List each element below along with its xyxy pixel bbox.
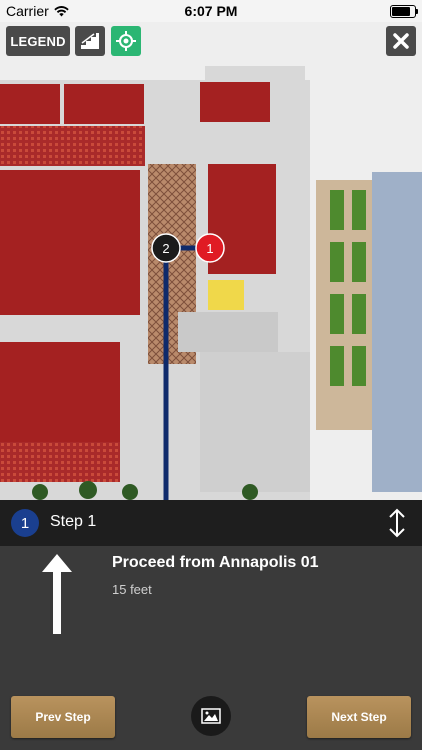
locate-button[interactable] <box>111 26 141 56</box>
battery-icon <box>390 5 418 18</box>
up-arrow-icon <box>42 554 72 634</box>
close-button[interactable] <box>386 26 416 56</box>
floor-map[interactable]: 2 1 <box>0 22 422 500</box>
prev-step-button[interactable]: Prev Step <box>11 696 115 738</box>
stairs-icon <box>81 33 99 49</box>
map-drawing: 2 1 <box>0 66 422 500</box>
route-marker-1-label: 1 <box>206 241 213 256</box>
expand-vertical-icon[interactable] <box>386 508 408 538</box>
route-marker-2-label: 2 <box>162 241 169 256</box>
status-bar: Carrier 6:07 PM <box>0 0 422 22</box>
image-icon <box>201 708 221 724</box>
photo-button[interactable] <box>191 696 231 736</box>
next-step-button[interactable]: Next Step <box>307 696 411 738</box>
close-icon <box>393 33 409 49</box>
instruction-panel: Proceed from Annapolis 01 15 feet Prev S… <box>0 546 422 750</box>
status-time: 6:07 PM <box>184 3 238 19</box>
instruction-distance: 15 feet <box>112 582 152 597</box>
stairs-button[interactable] <box>75 26 105 56</box>
route-marker-1[interactable]: 1 <box>195 233 225 263</box>
step-bar: 1 Step 1 <box>0 500 422 546</box>
route-marker-2[interactable]: 2 <box>151 233 181 263</box>
legend-button[interactable]: LEGEND <box>6 26 70 56</box>
step-title: Step 1 <box>50 513 97 530</box>
step-number-badge: 1 <box>11 509 39 537</box>
instruction-text: Proceed from Annapolis 01 <box>112 554 319 571</box>
crosshair-icon <box>116 31 136 51</box>
